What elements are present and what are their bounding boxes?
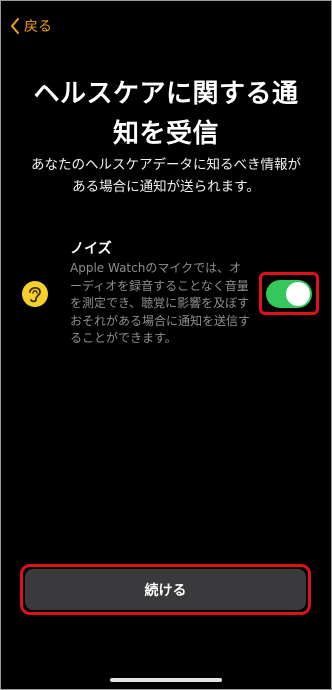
page-title: ヘルスケアに関する通 知を受信	[0, 74, 332, 154]
chevron-left-icon	[11, 18, 19, 34]
noise-title: ノイズ	[70, 241, 112, 257]
page-title-line: ヘルスケアに関する通	[33, 79, 299, 109]
ear-glyph	[29, 286, 41, 303]
subtitle-line: ある場合に通知が送られます。	[72, 179, 260, 195]
noise-description-line: を測定でき、聴覚に影響を及ぼす	[70, 296, 250, 310]
noise-description-line: おそれがある場合に通知を送信す	[70, 313, 251, 328]
page-subtitle: あなたのヘルスケアデータに知るべき情報が ある場合に通知が送られます。	[16, 154, 316, 198]
noise-description-line: ることができます。	[70, 331, 177, 345]
continue-highlight: 続ける	[20, 564, 311, 615]
continue-button[interactable]: 続ける	[25, 569, 306, 610]
noise-description-line: Apple Watchのマイクでは、オ	[70, 261, 242, 275]
page-title-line: 知を受信	[112, 119, 219, 149]
noise-description-line: ーディオを録音することなく音量	[70, 278, 249, 293]
back-label: 戻る	[24, 19, 52, 35]
toggle-highlight	[259, 272, 319, 315]
toggle-knob	[286, 281, 310, 306]
noise-toggle[interactable]	[266, 279, 312, 308]
back-button[interactable]: 戻る	[10, 16, 52, 36]
home-indicator	[110, 678, 222, 682]
noise-description: Apple Watchのマイクでは、オ ーディオを録音することなく音量 を測定で…	[70, 260, 260, 348]
subtitle-line: あなたのヘルスケアデータに知るべき情報が	[31, 157, 301, 173]
ear-icon	[22, 281, 48, 307]
